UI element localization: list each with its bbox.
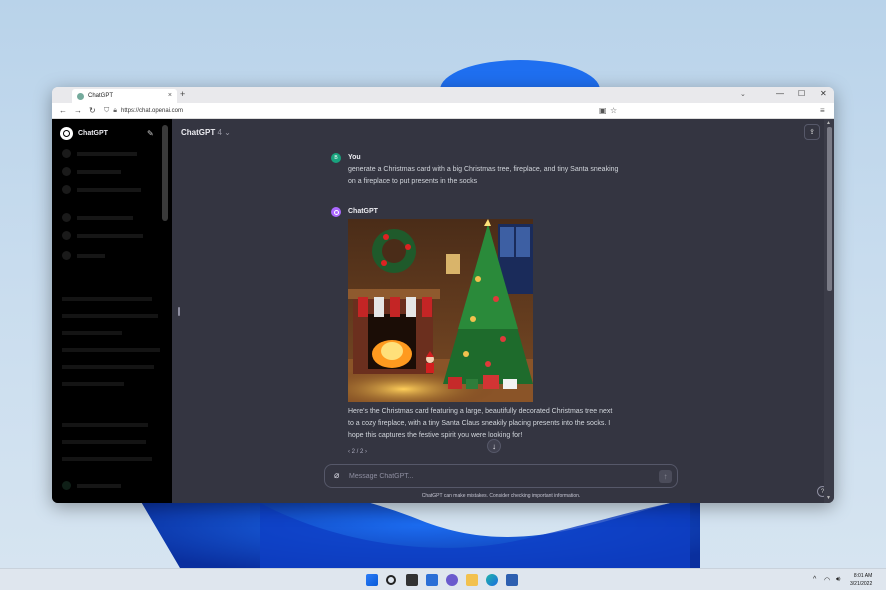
conversation-item[interactable] <box>62 348 160 352</box>
sidebar-scrollbar[interactable] <box>162 125 168 221</box>
sidebar-item[interactable] <box>62 167 121 176</box>
user-message: generate a Christmas card with a big Chr… <box>348 164 618 188</box>
scroll-up-arrow-icon[interactable]: ▲ <box>826 120 831 126</box>
assistant-reply: Here's the Christmas card featuring a la… <box>348 406 612 442</box>
openai-favicon-icon <box>77 92 84 100</box>
system-clock[interactable]: 8:01 AM 3/21/2022 <box>850 572 872 588</box>
clock-date: 3/21/2022 <box>850 581 873 587</box>
reload-button[interactable]: ↻ <box>89 106 96 115</box>
send-button[interactable]: ↑ <box>659 470 672 483</box>
model-name: ChatGPT <box>181 128 216 137</box>
wifi-icon[interactable]: ◠ <box>824 576 830 584</box>
user-message-line: on a fireplace to put presents in the so… <box>348 178 478 185</box>
address-bar[interactable]: ⛉ 🔒︎ https://chat.openai.com <box>104 105 624 117</box>
new-tab-button[interactable]: + <box>180 89 185 99</box>
message-input[interactable] <box>349 469 649 484</box>
nav-bar: ← → ↻ ⛉ 🔒︎ https://chat.openai.com ▣ ☆ ≡ <box>52 103 834 119</box>
close-window-button[interactable]: ✕ <box>820 89 827 98</box>
sidebar-item[interactable] <box>62 149 137 158</box>
new-chat-edit-icon[interactable]: ✎ <box>147 129 154 138</box>
user-profile[interactable] <box>62 481 121 490</box>
menu-button[interactable]: ≡ <box>820 106 825 115</box>
chatgpt-page: ChatGPT ✎ ChatGPT 4 ⌄ ⇪ B You generate a… <box>52 119 834 503</box>
arrow-down-icon: ↓ <box>492 441 496 451</box>
model-version: 4 <box>217 128 222 137</box>
user-avatar-letter: B <box>334 155 338 161</box>
volume-icon[interactable]: 🔊︎ <box>836 576 840 584</box>
main-scrollbar-thumb[interactable] <box>827 127 832 291</box>
assistant-reply-line: Here's the Christmas card featuring a la… <box>348 408 613 415</box>
generated-christmas-card-image[interactable] <box>348 219 533 402</box>
response-pager[interactable]: ‹ 2 / 2 › <box>348 449 367 455</box>
start-icon[interactable] <box>366 574 378 586</box>
assistant-avatar <box>331 207 341 217</box>
tab-strip: ChatGPT × + ⌄ — ☐ ✕ <box>52 87 834 103</box>
tab-list-icon[interactable]: ⌄ <box>740 90 746 98</box>
sidebar-item[interactable] <box>62 185 141 194</box>
attach-icon[interactable]: ⌀ <box>334 470 339 481</box>
sidebar-collapse-handle[interactable] <box>178 307 180 316</box>
edge-icon[interactable] <box>486 574 498 586</box>
conversation-item[interactable] <box>62 331 122 335</box>
arrow-up-icon: ↑ <box>663 472 668 481</box>
file-explorer-icon[interactable] <box>466 574 478 586</box>
conversation-item[interactable] <box>62 365 154 369</box>
scroll-down-button[interactable]: ↓ <box>487 439 501 453</box>
disclaimer-text: ChatGPT can make mistakes. Consider chec… <box>421 493 581 499</box>
conversation-item[interactable] <box>62 423 148 427</box>
assistant-reply-line: hope this captures the festive spirit yo… <box>348 432 523 439</box>
sidebar: ChatGPT ✎ <box>52 119 172 503</box>
assistant-name: ChatGPT <box>348 208 378 215</box>
sidebar-item[interactable] <box>62 213 133 222</box>
share-icon: ⇪ <box>809 129 815 136</box>
main-scrollbar[interactable]: ▲ ▼ <box>824 119 834 503</box>
back-button[interactable]: ← <box>59 106 67 115</box>
search-icon[interactable] <box>386 575 396 585</box>
chat-icon[interactable] <box>446 574 458 586</box>
taskbar: ^ ◠ 🔊︎ 8:01 AM 3/21/2022 <box>0 568 886 590</box>
browser-window: ChatGPT × + ⌄ — ☐ ✕ ← → ↻ ⛉ 🔒︎ https://c… <box>52 87 834 503</box>
task-view-icon[interactable] <box>406 574 418 586</box>
tab-close-icon[interactable]: × <box>168 92 172 99</box>
openai-logo-icon <box>60 127 73 140</box>
maximize-button[interactable]: ☐ <box>798 89 805 98</box>
sidebar-title: ChatGPT <box>78 130 108 137</box>
model-selector[interactable]: ChatGPT 4 ⌄ <box>181 128 231 137</box>
shield-icon: ⛉ <box>104 107 110 114</box>
user-avatar: B <box>331 153 341 163</box>
lock-icon: 🔒︎ <box>113 107 117 114</box>
user-name: You <box>348 154 361 161</box>
message-composer: ⌀ ↑ <box>324 464 678 488</box>
widgets-icon[interactable] <box>426 574 438 586</box>
tab-chatgpt[interactable]: ChatGPT × <box>72 89 177 103</box>
share-button[interactable]: ⇪ <box>804 124 820 140</box>
sidebar-item[interactable] <box>62 251 105 260</box>
forward-button[interactable]: → <box>74 106 82 115</box>
chevron-down-icon: ⌄ <box>224 128 231 137</box>
conversation-item[interactable] <box>62 457 152 461</box>
openai-logo-icon <box>333 209 339 215</box>
minimize-button[interactable]: — <box>776 89 784 98</box>
tab-title: ChatGPT <box>88 93 114 99</box>
conversation-item[interactable] <box>62 297 152 301</box>
sidebar-new-chat[interactable]: ChatGPT <box>60 127 108 140</box>
reader-view-icon[interactable]: ▣ <box>599 106 607 115</box>
scroll-down-arrow-icon[interactable]: ▼ <box>826 495 831 501</box>
sidebar-item[interactable] <box>62 231 143 240</box>
conversation-item[interactable] <box>62 382 124 386</box>
assistant-reply-line: to a cozy fireplace, with a tiny Santa C… <box>348 420 611 427</box>
bookmark-star-icon[interactable]: ☆ <box>610 106 617 115</box>
conversation-item[interactable] <box>62 440 146 444</box>
conversation-item[interactable] <box>62 314 158 318</box>
clock-time: 8:01 AM <box>853 573 873 579</box>
tray-chevron-icon[interactable]: ^ <box>813 576 816 583</box>
user-message-line: generate a Christmas card with a big Chr… <box>348 166 619 173</box>
url-text: https://chat.openai.com <box>120 108 184 114</box>
store-icon[interactable] <box>506 574 518 586</box>
